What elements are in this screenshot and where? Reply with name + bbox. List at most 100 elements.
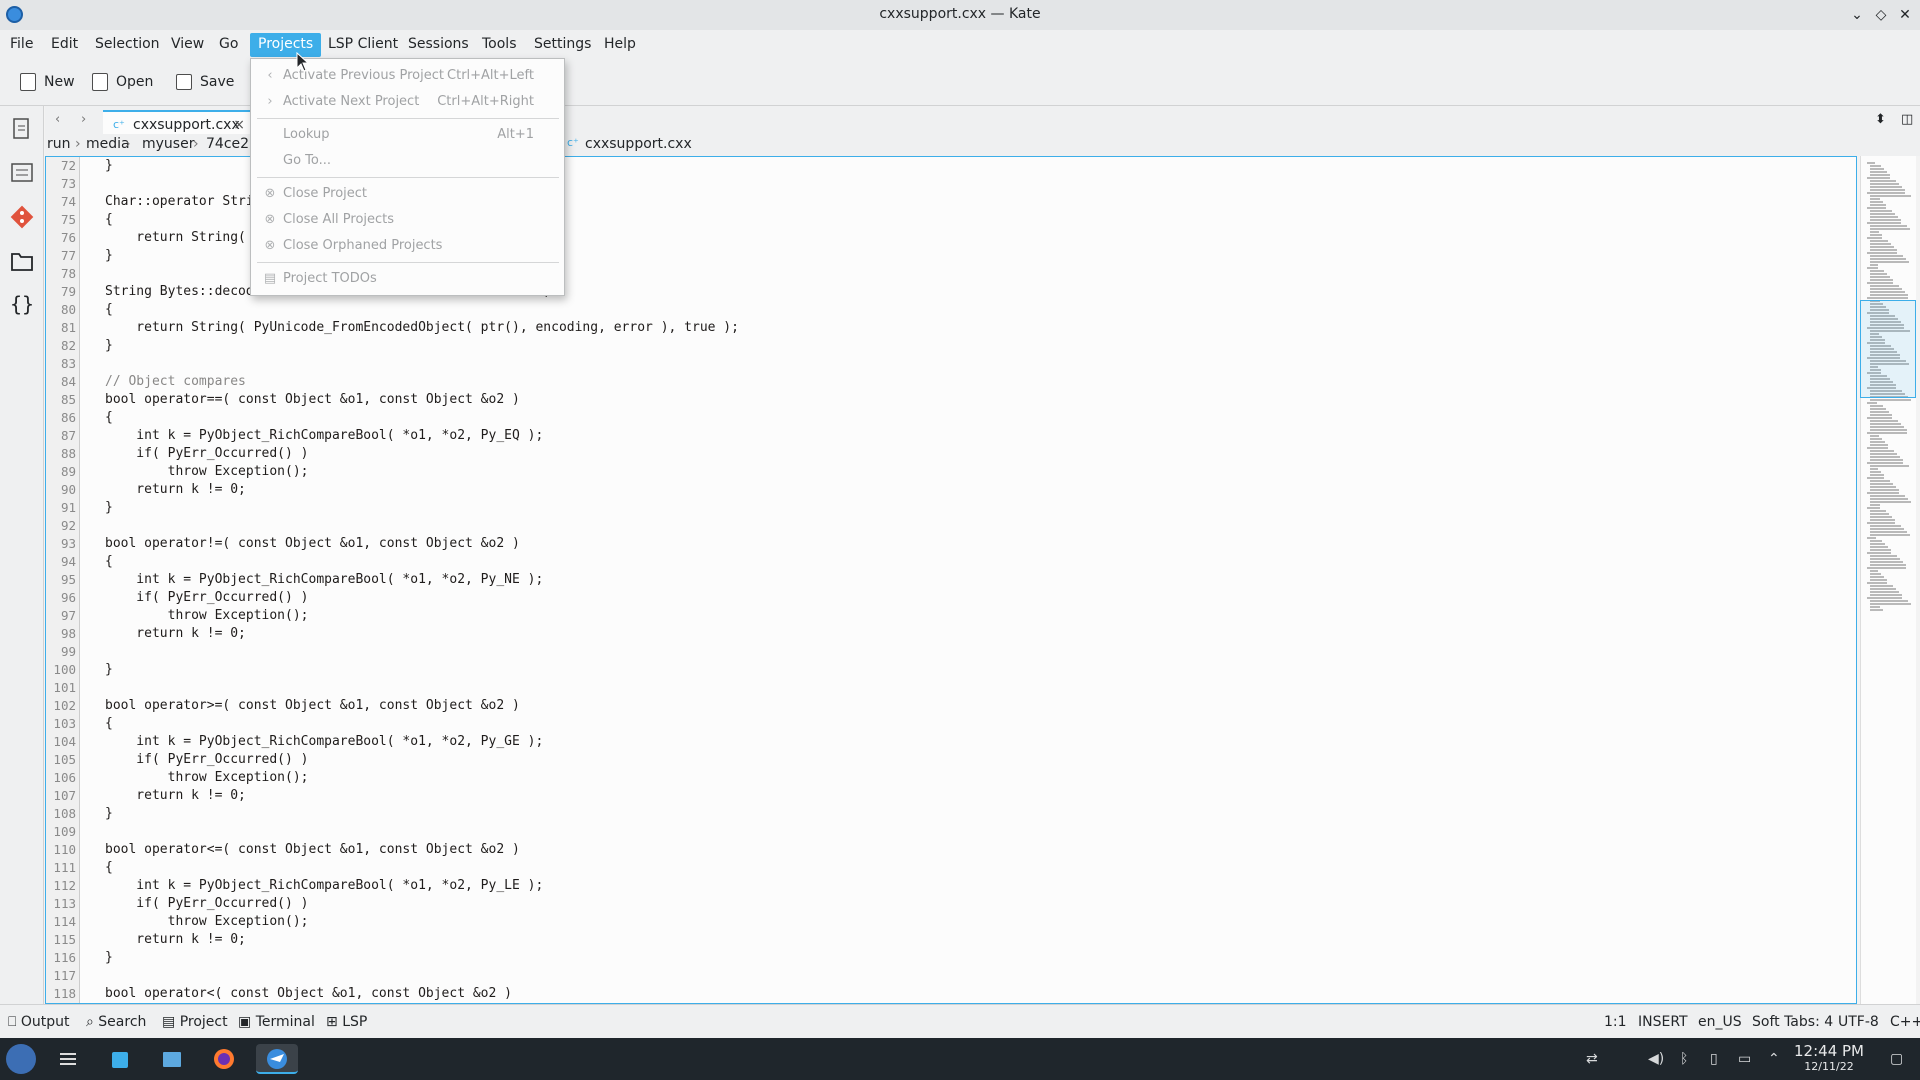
code-line[interactable]: 92 [46, 517, 1856, 535]
pin-icon[interactable]: ⬍ [1875, 112, 1886, 127]
code-line[interactable]: 91} [46, 499, 1856, 517]
dictionary-language[interactable]: en_US [1698, 1014, 1742, 1030]
code-line[interactable]: 105 if( PyErr_Occurred() ) [46, 751, 1856, 769]
tray-network-icon[interactable]: ⇄ [1586, 1051, 1598, 1067]
menu-go[interactable]: Go [211, 33, 246, 57]
minimize-icon[interactable]: ⌄ [1846, 4, 1868, 26]
braces-icon[interactable]: {} [9, 292, 35, 318]
fedora-launcher-icon[interactable] [6, 1044, 36, 1074]
code-line[interactable]: 98 return k != 0; [46, 625, 1856, 643]
code-line[interactable]: 85 bool operator==( const Object &o1, con… [46, 391, 1856, 409]
project-todos-item[interactable]: ▤ Project TODOs [251, 267, 564, 291]
breadcrumb-item[interactable]: run [47, 136, 71, 152]
code-line[interactable]: 80 { [46, 301, 1856, 319]
minimap[interactable] [1860, 156, 1916, 1004]
menu-view[interactable]: View [163, 33, 212, 57]
git-icon[interactable] [9, 204, 35, 230]
documents-icon[interactable] [9, 116, 35, 142]
menu-selection[interactable]: Selection [87, 33, 168, 57]
code-line[interactable]: 114 throw Exception(); [46, 913, 1856, 931]
code-line[interactable]: 96 if( PyErr_Occurred() ) [46, 589, 1856, 607]
save-button[interactable]: Save [170, 68, 240, 96]
go-to-item[interactable]: Go To... [251, 149, 564, 173]
tray-volume-icon[interactable]: ◀) [1648, 1051, 1664, 1067]
close-all-projects-item[interactable]: ⊗ Close All Projects [251, 208, 564, 232]
menu-sessions[interactable]: Sessions [400, 33, 477, 57]
code-line[interactable]: 117 [46, 967, 1856, 985]
menu-help[interactable]: Help [596, 33, 644, 57]
menu-lsp-client[interactable]: LSP Client [320, 33, 406, 57]
activate-next-project-item[interactable]: › Activate Next Project Ctrl+Alt+Right [251, 90, 564, 114]
lsp-tab[interactable]: ⊞ LSP [326, 1014, 367, 1030]
code-line[interactable]: 88 if( PyErr_Occurred() ) [46, 445, 1856, 463]
code-line[interactable]: 111 { [46, 859, 1856, 877]
tray-display-icon[interactable]: ▭ [1738, 1051, 1751, 1067]
cursor-position[interactable]: 1:1 [1604, 1014, 1627, 1030]
forward-icon[interactable]: › [81, 112, 86, 127]
code-line[interactable]: 107 return k != 0; [46, 787, 1856, 805]
code-line[interactable]: 82} [46, 337, 1856, 355]
code-line[interactable]: 90 return k != 0; [46, 481, 1856, 499]
code-line[interactable]: 102 bool operator>=( const Object &o1, co… [46, 697, 1856, 715]
tray-battery-icon[interactable]: ▯ [1710, 1051, 1718, 1067]
maximize-icon[interactable]: ◇ [1870, 4, 1892, 26]
code-line[interactable]: 87 int k = PyObject_RichCompareBool( *o1… [46, 427, 1856, 445]
file-encoding[interactable]: UTF-8 [1838, 1014, 1879, 1030]
taskbar-discover-icon[interactable] [104, 1044, 136, 1074]
code-line[interactable]: 112 int k = PyObject_RichCompareBool( *o… [46, 877, 1856, 895]
code-line[interactable]: 108} [46, 805, 1856, 823]
close-orphaned-projects-item[interactable]: ⊗ Close Orphaned Projects [251, 234, 564, 258]
project-tab[interactable]: ▤ Project [162, 1014, 228, 1030]
taskbar-firefox-icon[interactable] [208, 1044, 240, 1074]
tray-bluetooth-icon[interactable]: ᛒ [1680, 1051, 1688, 1067]
code-line[interactable]: 99 [46, 643, 1856, 661]
new-button[interactable]: New [14, 68, 81, 96]
lookup-item[interactable]: Lookup Alt+1 [251, 123, 564, 147]
syntax-mode[interactable]: C++ [1890, 1014, 1920, 1030]
code-line[interactable]: 104 int k = PyObject_RichCompareBool( *o… [46, 733, 1856, 751]
input-mode[interactable]: INSERT [1638, 1014, 1688, 1030]
file-browser-icon[interactable] [9, 248, 35, 274]
minimap-viewport[interactable] [1860, 300, 1916, 398]
output-tab[interactable]: ⎕ Output [8, 1014, 70, 1030]
back-icon[interactable]: ‹ [55, 112, 60, 127]
code-line[interactable]: 113 if( PyErr_Occurred() ) [46, 895, 1856, 913]
code-line[interactable]: 100} [46, 661, 1856, 679]
code-line[interactable]: 116} [46, 949, 1856, 967]
taskbar-files-icon[interactable] [156, 1044, 188, 1074]
breadcrumb-item[interactable]: cxxsupport.cxx [585, 136, 692, 152]
terminal-tab[interactable]: ▣ Terminal [238, 1014, 315, 1030]
code-line[interactable]: 93 bool operator!=( const Object &o1, con… [46, 535, 1856, 553]
menu-tools[interactable]: Tools [474, 33, 525, 57]
menu-edit[interactable]: Edit [43, 33, 86, 57]
breadcrumb-item[interactable]: media [86, 136, 130, 152]
menu-settings[interactable]: Settings [526, 33, 599, 57]
code-line[interactable]: 97 throw Exception(); [46, 607, 1856, 625]
search-tab[interactable]: ⌕ Search [86, 1014, 146, 1030]
code-line[interactable]: 89 throw Exception(); [46, 463, 1856, 481]
show-desktop-icon[interactable]: ▢ [1890, 1051, 1903, 1067]
code-line[interactable]: 110 bool operator<=( const Object &o1, co… [46, 841, 1856, 859]
menu-projects[interactable]: Projects [250, 33, 322, 57]
code-line[interactable]: 81 return String( PyUnicode_FromEncodedO… [46, 319, 1856, 337]
code-line[interactable]: 101 [46, 679, 1856, 697]
breadcrumb-item[interactable]: myuser [142, 136, 194, 152]
menu-file[interactable]: File [2, 33, 41, 57]
code-line[interactable]: 118 bool operator<( const Object &o1, con… [46, 985, 1856, 1003]
taskbar-settings-icon[interactable] [52, 1044, 84, 1074]
code-line[interactable]: 109 [46, 823, 1856, 841]
taskbar-kate-icon[interactable] [256, 1044, 298, 1074]
symbols-list-icon[interactable] [9, 160, 35, 186]
clock[interactable]: 12:44 PM 12/11/22 [1794, 1042, 1864, 1073]
tray-expand-icon[interactable]: ⌃ [1768, 1051, 1780, 1067]
open-button[interactable]: Open [86, 68, 159, 96]
split-view-icon[interactable]: ◫ [1901, 112, 1913, 127]
code-line[interactable]: 94 { [46, 553, 1856, 571]
code-line[interactable]: 83 [46, 355, 1856, 373]
code-line[interactable]: 95 int k = PyObject_RichCompareBool( *o1… [46, 571, 1856, 589]
indentation-settings[interactable]: Soft Tabs: 4 [1752, 1014, 1833, 1030]
close-icon[interactable]: ✕ [1894, 4, 1916, 26]
close-project-item[interactable]: ⊗ Close Project [251, 182, 564, 206]
code-line[interactable]: 84 // Object compares [46, 373, 1856, 391]
code-line[interactable]: 86 { [46, 409, 1856, 427]
